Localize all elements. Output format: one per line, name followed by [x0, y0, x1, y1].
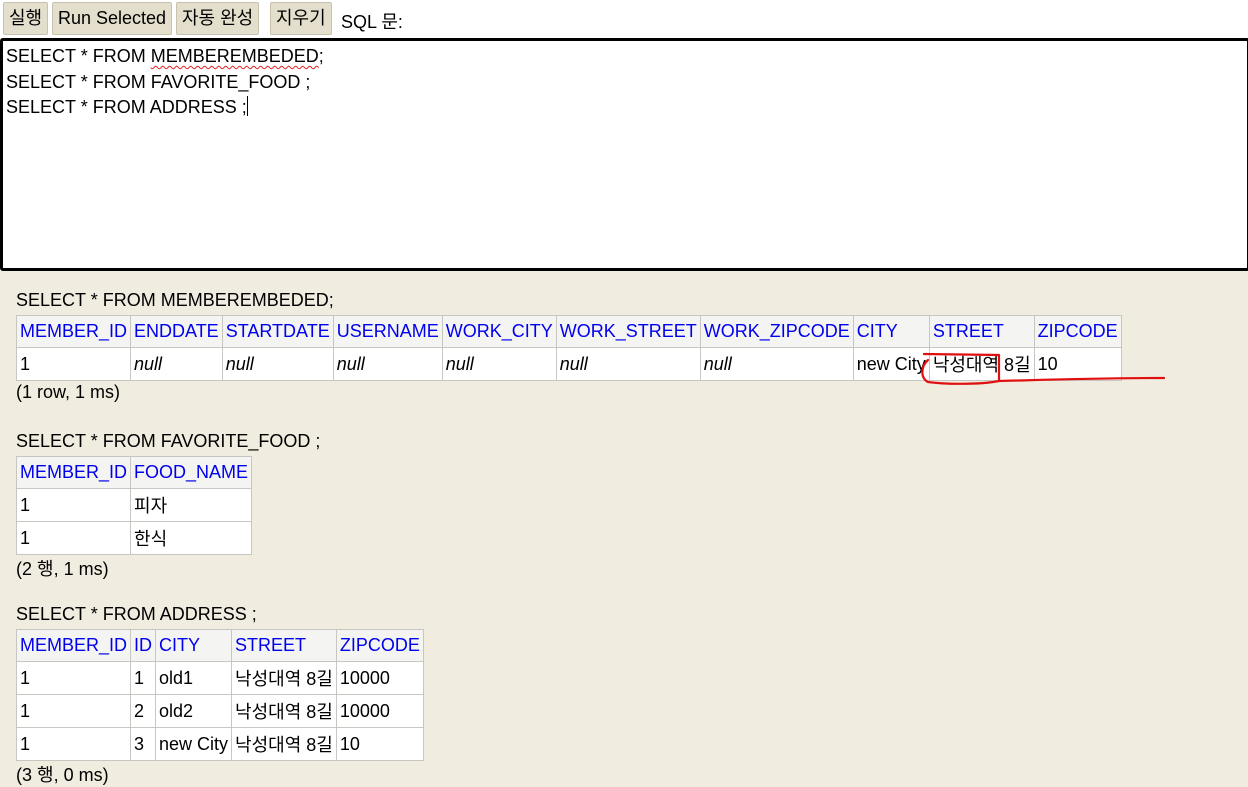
table-cell: 1 [15, 488, 132, 522]
editor-line-3: SELECT * FROM ADDRESS ; [6, 96, 248, 117]
column-header-member-id[interactable]: MEMBER_ID [15, 315, 132, 348]
column-header-zipcode[interactable]: ZIPCODE [335, 629, 424, 662]
column-header-id[interactable]: ID [130, 629, 157, 662]
table-cell: 낙성대역 8길 [231, 661, 337, 695]
column-header-work-street[interactable]: WORK_STREET [555, 315, 701, 348]
table-cell: 1 [15, 694, 132, 728]
run-selected-button[interactable]: Run Selected [52, 2, 173, 35]
run-button[interactable]: 실행 [3, 2, 49, 35]
column-header-startdate[interactable]: STARTDATE [221, 315, 334, 348]
table-cell: 낙성대역 8길 [928, 347, 1035, 381]
clear-button[interactable]: 지우기 [270, 2, 332, 35]
table-cell: null [441, 347, 557, 381]
table-cell: 1 [15, 521, 132, 555]
sql-label: SQL 문: [341, 12, 403, 32]
editor-line-2: SELECT * FROM FAVORITE_FOOD ; [6, 71, 311, 92]
table-cell: new City [155, 727, 233, 761]
table-cell: null [221, 347, 334, 381]
table-cell: 10000 [335, 661, 424, 695]
result-query: SELECT * FROM ADDRESS ; [16, 604, 257, 624]
table-cell: null [699, 347, 854, 381]
table-cell: old2 [155, 694, 233, 728]
sql-editor[interactable]: SELECT * FROM MEMBEREMBEDED; SELECT * FR… [0, 38, 1248, 271]
result-footer: (2 행, 1 ms) [16, 559, 109, 579]
column-header-street[interactable]: STREET [928, 315, 1035, 348]
column-header-enddate[interactable]: ENDDATE [130, 315, 223, 348]
table-header-row: MEMBER_ID ENDDATE STARTDATE USERNAME WORK_CI… [15, 315, 1122, 348]
table-header-row: MEMBER_ID ID CITY STREET ZIPCODE [15, 629, 424, 662]
table-row: 1 2 old2 낙성대역 8길 10000 [15, 694, 424, 728]
table-cell: 3 [130, 727, 157, 761]
table-header-row: MEMBER_ID FOOD_NAME [15, 456, 253, 489]
result-table: MEMBER_ID ID CITY STREET ZIPCODE 1 1 old1 낙성대역 … [15, 629, 424, 761]
table-cell: 1 [15, 661, 132, 695]
table-cell: null [130, 347, 223, 381]
table-cell: 낙성대역 8길 [231, 694, 337, 728]
result-footer: (3 행, 0 ms) [16, 765, 109, 785]
table-row: 1 3 new City 낙성대역 8길 10 [15, 727, 424, 761]
table-cell: 10 [1033, 347, 1122, 381]
table-row: 1 피자 [15, 488, 253, 522]
editor-line-1: SELECT * FROM MEMBEREMBEDED; [6, 46, 324, 66]
column-header-city[interactable]: CITY [852, 315, 930, 348]
text-caret [246, 96, 248, 116]
table-row: 1 1 old1 낙성대역 8길 10000 [15, 661, 424, 695]
table-cell: 10000 [335, 694, 424, 728]
table-row: 1 한식 [15, 521, 253, 555]
column-header-username[interactable]: USERNAME [332, 315, 443, 348]
result-table: MEMBER_ID FOOD_NAME 1 피자 1 한식 [15, 456, 253, 555]
column-header-city[interactable]: CITY [155, 629, 233, 662]
column-header-member-id[interactable]: MEMBER_ID [15, 629, 132, 662]
autocomplete-button[interactable]: 자동 완성 [176, 2, 260, 35]
table-cell: null [332, 347, 443, 381]
spellcheck-error: MEMBEREMBEDED [150, 46, 319, 66]
column-header-member-id[interactable]: MEMBER_ID [15, 456, 132, 489]
column-header-street[interactable]: STREET [231, 629, 337, 662]
table-cell: 1 [15, 347, 132, 381]
column-header-work-zipcode[interactable]: WORK_ZIPCODE [699, 315, 854, 348]
table-cell: 낙성대역 8길 [231, 727, 337, 761]
table-cell: 피자 [130, 488, 253, 522]
table-cell: null [555, 347, 701, 381]
table-cell: 2 [130, 694, 157, 728]
table-cell: 1 [15, 727, 132, 761]
table-cell: new City [852, 347, 930, 381]
result-query: SELECT * FROM FAVORITE_FOOD ; [16, 431, 321, 451]
table-cell: 한식 [130, 521, 253, 555]
table-row: 1 null null null null null null new City 낙성대역 8길… [15, 347, 1122, 381]
column-header-zipcode[interactable]: ZIPCODE [1033, 315, 1122, 348]
result-query: SELECT * FROM MEMBEREMBEDED; [16, 290, 334, 310]
table-cell: old1 [155, 661, 233, 695]
toolbar: 실행 Run Selected 자동 완성 지우기 SQL 문: [0, 0, 1248, 38]
column-header-work-city[interactable]: WORK_CITY [441, 315, 557, 348]
column-header-food-name[interactable]: FOOD_NAME [130, 456, 253, 489]
result-table: MEMBER_ID ENDDATE STARTDATE USERNAME WORK_CI… [15, 315, 1122, 381]
table-cell: 1 [130, 661, 157, 695]
result-footer: (1 row, 1 ms) [16, 382, 121, 402]
table-cell: 10 [335, 727, 424, 761]
